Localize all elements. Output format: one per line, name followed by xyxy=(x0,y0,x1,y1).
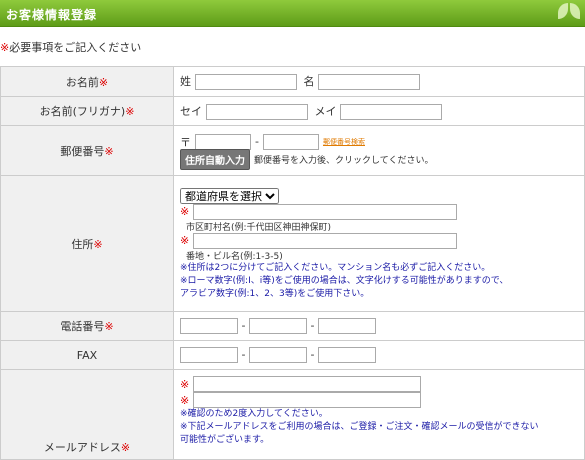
fax-input-1[interactable] xyxy=(180,347,238,363)
label-phone: 電話番号※ xyxy=(0,311,174,341)
label-name: お名前※ xyxy=(0,66,174,97)
required-notice: ※必要事項をご記入ください xyxy=(0,41,142,54)
label-email: メールアドレス※ xyxy=(0,369,174,460)
section-title: お客様情報登録 xyxy=(6,8,98,22)
last-name-input[interactable] xyxy=(194,74,297,90)
section-header: お客様情報登録 xyxy=(0,0,585,27)
label-address: 住所※ xyxy=(0,175,174,312)
leaf-icon xyxy=(570,3,580,19)
last-name-kana-input[interactable] xyxy=(205,103,308,120)
leaf-icon xyxy=(558,3,568,19)
prefecture-select[interactable]: 都道府県を選択 xyxy=(180,187,279,204)
first-name-input[interactable] xyxy=(318,74,420,90)
postal-search-link[interactable]: 郵便番号検索 xyxy=(323,137,365,147)
city-input[interactable] xyxy=(193,203,458,220)
customer-form: お名前※ 姓 名 お名前(フリガナ)※ セイ メイ 郵便番号※ 〒 - 郵便番号… xyxy=(0,66,585,460)
phone-input-2[interactable] xyxy=(248,318,307,334)
street-input[interactable] xyxy=(193,232,458,249)
phone-input-3[interactable] xyxy=(317,318,376,334)
label-postal: 郵便番号※ xyxy=(0,125,174,176)
label-kana: お名前(フリガナ)※ xyxy=(0,96,174,126)
label-fax: FAX xyxy=(0,340,174,370)
postal-code-second-input[interactable] xyxy=(262,133,319,150)
email-confirm-input[interactable] xyxy=(193,392,422,408)
fax-input-3[interactable] xyxy=(317,347,376,363)
email-input[interactable] xyxy=(193,376,422,392)
fax-input-2[interactable] xyxy=(248,347,307,363)
phone-input-1[interactable] xyxy=(180,318,238,334)
auto-address-button[interactable]: 住所自動入力 xyxy=(180,149,250,170)
first-name-kana-input[interactable] xyxy=(340,103,442,120)
postal-code-first-input[interactable] xyxy=(195,133,251,150)
